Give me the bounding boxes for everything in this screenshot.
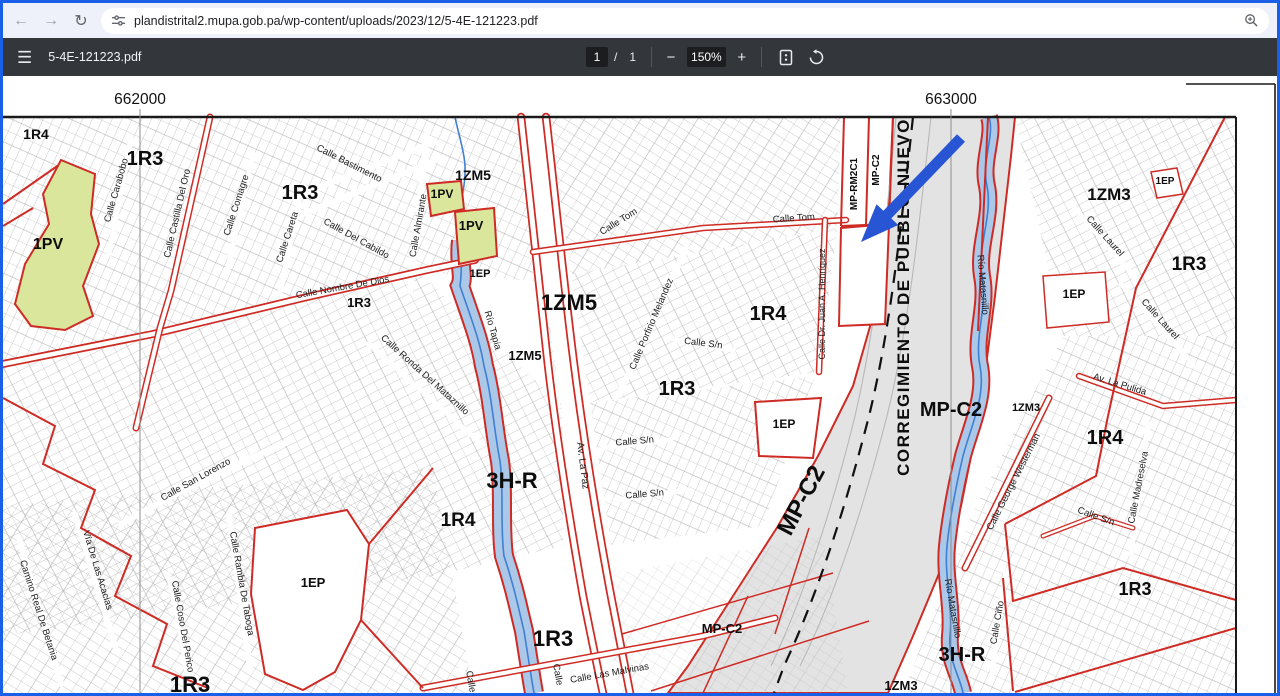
forward-icon[interactable]: → xyxy=(39,9,63,33)
zone-label: 3H-R xyxy=(939,644,986,666)
zone-label: 3H-R xyxy=(486,468,537,493)
zone-label: MP-C2 xyxy=(871,154,882,186)
zone-label: 1ZM3 xyxy=(884,678,917,693)
pdf-page[interactable]: 662000663000 1R41R31R31PV1ZM51PV1PV1EP1R… xyxy=(3,76,1277,693)
utm-grid-labels: 662000 663000 xyxy=(114,91,977,108)
zone-label: 1R3 xyxy=(282,182,319,204)
page-separator: / xyxy=(614,50,617,64)
zone-label: 1R3 xyxy=(170,672,210,693)
zone-label: 1R4 xyxy=(441,510,476,531)
browser-toolbar: ← → ↻ plandistrital2.mupa.gob.pa/wp-cont… xyxy=(3,3,1277,38)
map-content xyxy=(3,117,1236,693)
zone-label: 1EP xyxy=(1156,176,1175,187)
street-label: Calle Dr. Juan A. Henríquez xyxy=(817,248,827,360)
zoom-level-value[interactable]: 150% xyxy=(687,47,726,67)
zone-label: 1EP xyxy=(301,575,326,590)
page-number-input[interactable]: 1 xyxy=(586,47,608,67)
toolbar-divider xyxy=(761,47,762,67)
zone-label: 1R3 xyxy=(347,295,371,310)
zone-label: 1ZM3 xyxy=(1087,185,1130,204)
zoom-out-button[interactable]: − xyxy=(661,49,681,66)
street-label: Calle xyxy=(550,663,565,686)
pdf-controls: 1 / 1 − 150% + xyxy=(586,38,832,76)
site-settings-icon[interactable] xyxy=(111,13,126,28)
browser-window: ← → ↻ plandistrital2.mupa.gob.pa/wp-cont… xyxy=(0,0,1280,696)
menu-icon[interactable]: ☰ xyxy=(17,49,32,66)
park-parcel xyxy=(455,208,497,264)
zone-label: 1R4 xyxy=(1087,427,1125,449)
pdf-toolbar: ☰ 5-4E-121223.pdf 1 / 1 − 150% + xyxy=(3,38,1277,76)
zone-label: 1R3 xyxy=(127,148,164,170)
zone-label: 1ZM3 xyxy=(1012,402,1040,414)
zone-label: 1R4 xyxy=(750,303,788,325)
zone-label: MP-C2 xyxy=(920,399,982,421)
grid-label: 663000 xyxy=(925,91,977,108)
zone-label: 1PV xyxy=(459,218,484,233)
zoom-in-button[interactable]: + xyxy=(732,49,752,66)
reload-icon[interactable]: ↻ xyxy=(69,9,93,33)
zone-label: 1R3 xyxy=(659,378,696,400)
zone-label: MP-RM2C1 xyxy=(849,157,860,210)
zone-label: CORREGIMIENTO DE PUEBLO NUEVO xyxy=(894,118,913,476)
zoning-map[interactable]: 662000663000 1R41R31R31PV1ZM51PV1PV1EP1R… xyxy=(3,76,1277,693)
back-icon[interactable]: ← xyxy=(9,9,33,33)
url-text[interactable]: plandistrital2.mupa.gob.pa/wp-content/up… xyxy=(134,14,1244,28)
toolbar-divider xyxy=(651,47,652,67)
zone-label: 1ZM5 xyxy=(508,348,541,363)
zone-label: 1EP xyxy=(1063,287,1086,301)
zone-label: 1ZM5 xyxy=(455,167,491,183)
zoom-indicator-icon[interactable] xyxy=(1244,13,1259,28)
zone-label: 1EP xyxy=(470,268,491,280)
zone-label: 1PV xyxy=(431,187,454,201)
zone-label: 1ZM5 xyxy=(541,290,597,315)
grid-label: 662000 xyxy=(114,91,166,108)
zone-label: 1PV xyxy=(33,236,64,253)
zone-label: 1EP xyxy=(773,417,796,431)
zone-label: 1R3 xyxy=(533,626,573,651)
zone-label: MP-C2 xyxy=(702,621,742,636)
zone-label: 1R4 xyxy=(23,126,49,142)
pdf-filename: 5-4E-121223.pdf xyxy=(48,50,141,64)
zone-label: 1R3 xyxy=(1172,254,1207,275)
fit-page-icon[interactable] xyxy=(778,49,794,66)
address-bar[interactable]: plandistrital2.mupa.gob.pa/wp-content/up… xyxy=(101,8,1269,34)
zone-label: 1R3 xyxy=(1118,579,1151,599)
rotate-icon[interactable] xyxy=(808,49,825,66)
page-total: 1 xyxy=(629,50,636,64)
